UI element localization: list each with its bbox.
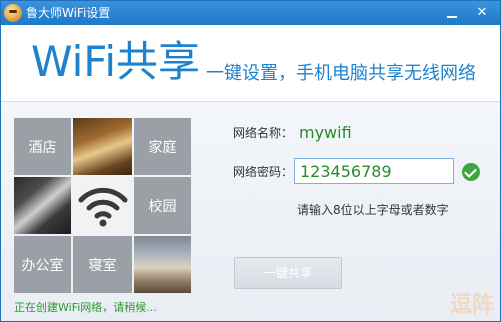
scenario-tiles: 酒店 家庭 校园 办公室 寝室 (14, 118, 191, 293)
main-panel: 酒店 家庭 校园 办公室 寝室 网络名称： mywifi 网络密码： 12345… (1, 102, 500, 321)
ssid-label: 网络名称： (233, 126, 294, 140)
tile-hotel: 酒店 (14, 118, 71, 175)
tile-office: 办公室 (14, 236, 71, 293)
tile-office-label: 办公室 (21, 257, 64, 274)
tile-home-label: 家庭 (148, 139, 177, 156)
room-photo (134, 236, 191, 293)
wifi-signal-icon (73, 177, 132, 234)
wifi-settings-window: 鲁大师WiFi设置 ✕ WiFi共享 一键设置，手机电脑共享无线网络 酒店 家庭 (0, 0, 501, 322)
ludashi-face-icon (4, 4, 22, 22)
tile-bedroom: 寝室 (73, 236, 132, 293)
tile-bedroom-label: 寝室 (88, 257, 117, 274)
hotel-photo (73, 118, 132, 175)
tile-hotel-label: 酒店 (28, 139, 57, 156)
ssid-value: mywifi (299, 123, 352, 142)
watermark: 逗阵 (450, 293, 495, 318)
password-label: 网络密码： (233, 165, 294, 179)
status-text: 正在创建WiFi网络，请稍候... (14, 301, 157, 314)
title-bar[interactable]: 鲁大师WiFi设置 ✕ (1, 1, 500, 25)
window-title: 鲁大师WiFi设置 (26, 6, 111, 20)
meeting-photo (14, 177, 71, 234)
wifi-form: 网络名称： mywifi 网络密码： 请输入8位以上字母或者数字 一键共享 (233, 102, 493, 321)
check-circle-icon (462, 163, 480, 181)
one-click-share-button[interactable]: 一键共享 (234, 257, 342, 289)
password-input[interactable] (294, 158, 454, 184)
password-hint: 请输入8位以上字母或者数字 (297, 203, 449, 217)
close-button[interactable]: ✕ (471, 4, 493, 22)
slogan: 一键设置，手机电脑共享无线网络 (206, 63, 476, 84)
tile-campus-label: 校园 (148, 198, 177, 215)
tile-campus: 校园 (134, 177, 191, 234)
header-banner: WiFi共享 一键设置，手机电脑共享无线网络 (1, 25, 500, 102)
brand-title: WiFi共享 (31, 37, 201, 86)
tile-home: 家庭 (134, 118, 191, 175)
minimize-button[interactable] (441, 4, 463, 22)
